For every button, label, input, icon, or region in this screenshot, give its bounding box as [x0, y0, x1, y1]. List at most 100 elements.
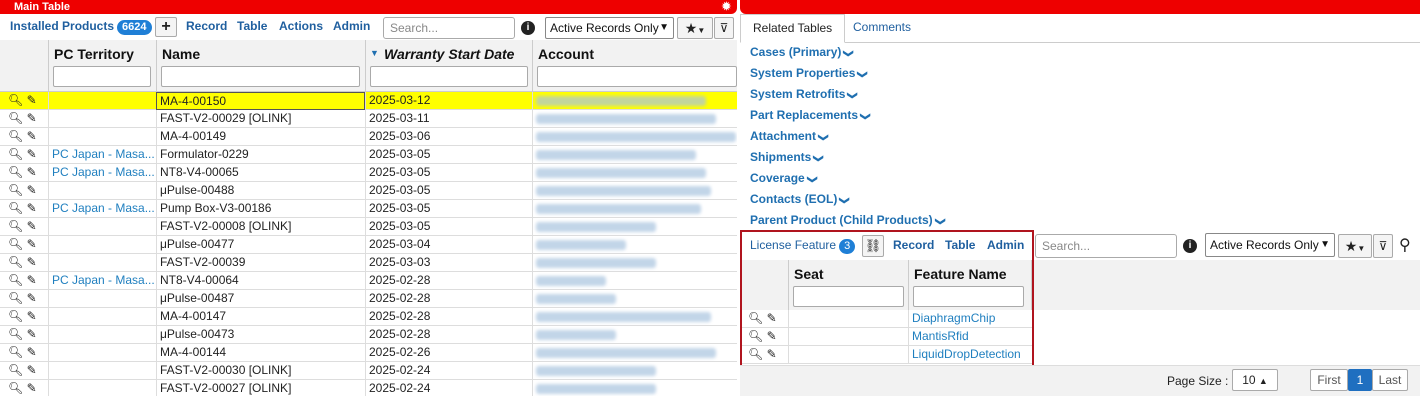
table-row[interactable]: 🔍︎ ✎ MA-4-00150 2025-03-12 [0, 92, 737, 110]
view-record-icon[interactable]: 🔍︎ [8, 309, 23, 323]
info-icon[interactable]: i [521, 21, 535, 35]
table-row[interactable]: 🔍︎ ✎ PC Japan - Masa... NT8-V4-00064 2025-0… [0, 272, 737, 290]
cell-warranty-date[interactable]: 2025-03-05 [365, 218, 532, 236]
related-link[interactable]: Shipments ❯ [750, 150, 824, 164]
edit-pencil-icon[interactable]: ✎ [27, 291, 37, 305]
cell-warranty-date[interactable]: 2025-03-03 [365, 254, 532, 272]
cell-pc-territory[interactable] [48, 110, 156, 128]
cell-account-redacted[interactable] [532, 254, 737, 272]
edit-pencil-icon[interactable]: ✎ [27, 345, 37, 359]
edit-pencil-icon[interactable]: ✎ [27, 363, 37, 377]
table-row[interactable]: 🔍︎ ✎ FAST-V2-00008 [OLINK] 2025-03-05 [0, 218, 737, 236]
edit-pencil-icon[interactable]: ✎ [27, 183, 37, 197]
record-menu[interactable]: Record [186, 19, 227, 33]
first-page-button[interactable]: First [1310, 369, 1348, 391]
cell-account-redacted[interactable] [532, 308, 737, 326]
view-record-icon[interactable]: 🔍︎ [8, 345, 23, 359]
col-name[interactable]: Name [156, 40, 365, 92]
edit-pencil-icon[interactable]: ✎ [27, 309, 37, 323]
cell-warranty-date[interactable]: 2025-03-05 [365, 182, 532, 200]
gear-icon[interactable]: ✹ [722, 0, 731, 14]
cell-name[interactable]: FAST-V2-00008 [OLINK] [156, 218, 365, 236]
cell-name[interactable]: FAST-V2-00027 [OLINK] [156, 380, 365, 396]
cell-warranty-date[interactable]: 2025-03-06 [365, 128, 532, 146]
cell-pc-territory[interactable] [48, 182, 156, 200]
table-row[interactable]: 🔍︎ ✎ μPulse-00477 2025-03-04 [0, 236, 737, 254]
admin-menu[interactable]: Admin [333, 19, 370, 33]
cell-account-redacted[interactable] [532, 92, 737, 110]
last-page-button[interactable]: Last [1372, 369, 1408, 391]
edit-pencil-icon[interactable]: ✎ [27, 93, 37, 107]
cell-warranty-date[interactable]: 2025-02-28 [365, 308, 532, 326]
filter-clear-icon[interactable]: ⊽ [714, 17, 734, 39]
cell-warranty-date[interactable]: 2025-03-05 [365, 164, 532, 182]
view-record-icon[interactable]: 🔍︎ [8, 255, 23, 269]
cell-pc-territory[interactable] [48, 236, 156, 254]
edit-pencil-icon[interactable]: ✎ [27, 327, 37, 341]
license-filter-clear-icon[interactable]: ⊽ [1373, 234, 1393, 258]
add-icon[interactable]: + [155, 17, 177, 37]
cell-pc-territory[interactable]: PC Japan - Masa... [48, 146, 156, 164]
cell-pc-territory[interactable] [48, 362, 156, 380]
table-row[interactable]: 🔍︎ ✎ FAST-V2-00029 [OLINK] 2025-03-11 [0, 110, 737, 128]
tab-comments[interactable]: Comments [841, 14, 923, 43]
edit-pencil-icon[interactable]: ✎ [27, 255, 37, 269]
cell-warranty-date[interactable]: 2025-02-26 [365, 344, 532, 362]
cell-warranty-date[interactable]: 2025-03-11 [365, 110, 532, 128]
table-row[interactable]: 🔍︎ ✎ FAST-V2-00027 [OLINK] 2025-02-24 [0, 380, 737, 396]
cell-account-redacted[interactable] [532, 128, 737, 146]
view-record-icon[interactable]: 🔍︎ [8, 273, 23, 287]
edit-pencil-icon[interactable]: ✎ [27, 237, 37, 251]
view-record-icon[interactable]: 🔍︎ [8, 291, 23, 305]
cell-name[interactable]: FAST-V2-00030 [OLINK] [156, 362, 365, 380]
cell-warranty-date[interactable]: 2025-03-05 [365, 200, 532, 218]
table-menu[interactable]: Table [237, 19, 267, 33]
cell-pc-territory[interactable]: PC Japan - Masa... [48, 272, 156, 290]
view-record-icon[interactable]: 🔍︎ [8, 201, 23, 215]
filter-pc-territory[interactable] [53, 66, 151, 87]
table-row[interactable]: 🔍︎ ✎ μPulse-00473 2025-02-28 [0, 326, 737, 344]
cell-name[interactable]: Pump Box-V3-00186 [156, 200, 365, 218]
cell-pc-territory[interactable]: PC Japan - Masa... [48, 164, 156, 182]
table-row[interactable]: 🔍︎ ✎ MA-4-00149 2025-03-06 [0, 128, 737, 146]
related-link[interactable]: Contacts (EOL) ❯ [750, 192, 850, 206]
page-size-select[interactable]: 10 ▲ [1232, 369, 1278, 391]
cell-account-redacted[interactable] [532, 164, 737, 182]
cell-warranty-date[interactable]: 2025-02-24 [365, 380, 532, 396]
related-link[interactable]: Attachment ❯ [750, 129, 829, 143]
view-record-icon[interactable]: 🔍︎ [8, 183, 23, 197]
table-row[interactable]: 🔍︎ ✎ PC Japan - Masa... Pump Box-V3-00186 2… [0, 200, 737, 218]
cell-warranty-date[interactable]: 2025-03-04 [365, 236, 532, 254]
table-row[interactable]: 🔍︎ ✎ FAST-V2-00039 2025-03-03 [0, 254, 737, 272]
view-record-icon[interactable]: 🔍︎ [8, 93, 23, 107]
cell-pc-territory[interactable] [48, 380, 156, 396]
related-link[interactable]: System Retrofits ❯ [750, 87, 858, 101]
cell-account-redacted[interactable] [532, 182, 737, 200]
cell-name[interactable]: FAST-V2-00039 [156, 254, 365, 272]
table-row[interactable]: 🔍︎ ✎ μPulse-00488 2025-03-05 [0, 182, 737, 200]
edit-pencil-icon[interactable]: ✎ [27, 381, 37, 395]
cell-account-redacted[interactable] [532, 362, 737, 380]
view-record-icon[interactable]: 🔍︎ [8, 237, 23, 251]
cell-name[interactable]: MA-4-00147 [156, 308, 365, 326]
cell-account-redacted[interactable] [532, 290, 737, 308]
table-row[interactable]: 🔍︎ ✎ PC Japan - Masa... NT8-V4-00065 2025-0… [0, 164, 737, 182]
favorites-star-icon[interactable]: ★▼ [677, 17, 713, 39]
related-link[interactable]: Cases (Primary) ❯ [750, 45, 854, 59]
view-record-icon[interactable]: 🔍︎ [8, 165, 23, 179]
edit-pencil-icon[interactable]: ✎ [27, 111, 37, 125]
actions-menu[interactable]: Actions [279, 19, 323, 33]
related-link[interactable]: System Properties ❯ [750, 66, 868, 80]
installed-products-label[interactable]: Installed Products 6624 [10, 19, 152, 35]
filter-name[interactable] [161, 66, 360, 87]
view-record-icon[interactable]: 🔍︎ [8, 219, 23, 233]
cell-account-redacted[interactable] [532, 344, 737, 362]
cell-account-redacted[interactable] [532, 272, 737, 290]
related-link[interactable]: Coverage ❯ [750, 171, 817, 185]
cell-account-redacted[interactable] [532, 110, 737, 128]
cell-pc-territory[interactable] [48, 344, 156, 362]
cell-pc-territory[interactable]: PC Japan - Masa... [48, 200, 156, 218]
filter-account[interactable] [537, 66, 737, 87]
cell-pc-territory[interactable] [48, 308, 156, 326]
license-info-icon[interactable]: i [1183, 239, 1197, 253]
